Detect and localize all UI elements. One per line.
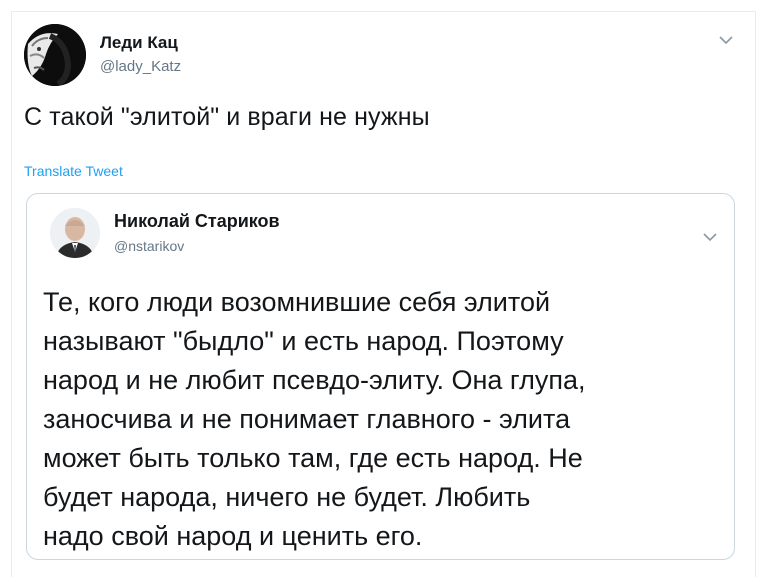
quoted-text-line: будет народа, ничего не будет. Любить [43, 482, 531, 512]
quoted-tweet[interactable]: Николай Стариков @nstarikov Те, кого люд… [26, 193, 735, 560]
avatar-image [50, 208, 100, 258]
author-name[interactable]: Леди Кац [100, 33, 178, 53]
author-handle[interactable]: @lady_Katz [100, 58, 181, 75]
quoted-author-handle[interactable]: @nstarikov [114, 238, 184, 254]
quoted-author-avatar[interactable] [50, 208, 100, 258]
tweet-text: С такой "элитой" и враги не нужны [24, 103, 430, 131]
quoted-text-line: надо свой народ и ценить его. [43, 521, 423, 551]
quoted-tweet-text: Те, кого люди возомнившие себя элитой на… [43, 283, 723, 556]
avatar-image [24, 24, 86, 86]
quoted-text-line: заносчива и не понимает главного - элита [43, 404, 571, 434]
quoted-text-line: может быть только там, где есть народ. Н… [43, 443, 583, 473]
author-avatar[interactable] [24, 24, 86, 86]
quoted-author-name[interactable]: Николай Стариков [114, 211, 280, 232]
chevron-down-icon[interactable] [719, 35, 733, 45]
quoted-text-line: называют "быдло" и есть народ. Поэтому [43, 326, 564, 356]
quoted-text-line: Те, кого люди возомнившие себя элитой [43, 287, 551, 317]
chevron-down-icon[interactable] [703, 232, 717, 242]
translate-tweet-link[interactable]: Translate Tweet [24, 163, 123, 179]
quoted-text-line: народ и не любит псевдо-элиту. Она глупа… [43, 365, 586, 395]
